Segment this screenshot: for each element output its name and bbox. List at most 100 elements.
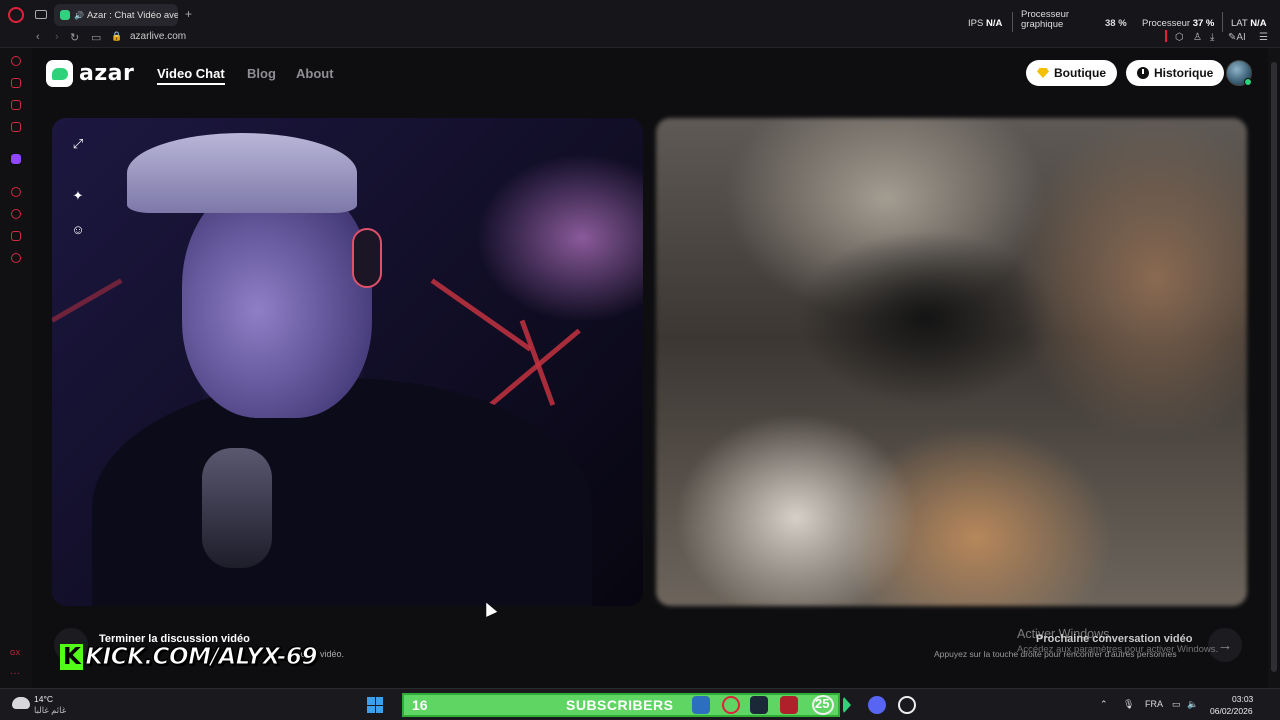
app-icon[interactable] — [780, 696, 798, 714]
volume-icon[interactable]: 🔈 — [1187, 699, 1198, 710]
new-tab-button[interactable]: + — [185, 7, 192, 21]
network-icon[interactable]: ▭ — [1172, 699, 1181, 710]
opera-logo-icon[interactable] — [8, 7, 24, 23]
browser-toolbar: 🔊 Azar : Chat Vidéo avec + ‹ › ↻ ▭ 🔒 aza… — [0, 0, 1280, 48]
ips-label: IPS — [968, 18, 984, 29]
subscribers-bar: 16 SUBSCRIBERS — [402, 693, 840, 717]
history-label: Historique — [1154, 66, 1214, 80]
twitch-icon[interactable] — [11, 154, 21, 164]
subscribers-count: 16 — [412, 697, 428, 713]
lat-stat: LAT N/A — [1231, 19, 1267, 29]
scroll-thumb[interactable] — [1271, 62, 1277, 672]
extensions-icon[interactable]: ⬡ — [1175, 32, 1184, 43]
local-video: ⤢ ✦ ☺ — [52, 118, 643, 606]
expand-icon[interactable]: ⤢ — [70, 136, 86, 152]
steam-icon[interactable] — [750, 696, 768, 714]
taskbar-time[interactable]: 03:03 — [1232, 694, 1253, 704]
shop-label: Boutique — [1054, 66, 1106, 80]
cpu-label: Processeur — [1142, 18, 1191, 29]
badge-number: 25 — [815, 696, 830, 711]
lat-label: LAT — [1231, 18, 1248, 29]
gpu-label-line2: graphique — [1021, 19, 1064, 30]
nav-video-chat[interactable]: Video Chat — [157, 66, 225, 85]
nav-about[interactable]: About — [296, 66, 334, 81]
menu-icon[interactable]: ☰ — [1259, 32, 1268, 43]
history-icon[interactable] — [11, 209, 21, 219]
weather-desc[interactable]: غائم غالبا — [34, 705, 66, 716]
divider — [1012, 12, 1013, 32]
person-cap — [127, 133, 357, 213]
arrow-right-icon: → — [1217, 636, 1233, 654]
profile-icon[interactable]: ♙ — [1193, 32, 1202, 43]
gpu-value: 38 % — [1105, 18, 1127, 29]
news-icon[interactable] — [11, 122, 21, 132]
gem-icon — [1037, 68, 1049, 78]
snapshot-icon[interactable]: ▭ — [91, 31, 101, 44]
windows-start-icon[interactable] — [367, 697, 383, 713]
forward-icon[interactable]: › — [55, 31, 59, 43]
tab-overview-icon[interactable] — [35, 10, 47, 19]
reload-icon[interactable]: ↻ — [70, 31, 79, 44]
history-button[interactable]: Historique — [1126, 60, 1225, 86]
subscribers-label: SUBSCRIBERS — [566, 697, 674, 713]
gx-control-icon[interactable] — [11, 56, 21, 66]
opera-gx-taskbar-icon[interactable] — [722, 696, 740, 714]
cpu-stat: Processeur 37 % — [1142, 19, 1214, 29]
player-icon[interactable] — [11, 187, 21, 197]
person-body — [92, 378, 592, 606]
divider — [1222, 12, 1223, 32]
gx-label: GX — [10, 650, 21, 657]
headset — [352, 228, 382, 288]
lock-icon[interactable]: 🔒 — [111, 31, 122, 42]
more-icon[interactable]: ··· — [10, 668, 20, 679]
cloud-icon[interactable] — [12, 697, 30, 709]
aria-ai-button[interactable]: ✎AI — [1228, 32, 1246, 43]
tab-title: Azar : Chat Vidéo avec — [86, 9, 178, 21]
download-icon[interactable]: ⤓ — [1210, 32, 1214, 43]
kick-overlay: K KICK.COM/ALYX-69 — [60, 644, 318, 671]
browser-tab[interactable]: 🔊 Azar : Chat Vidéo avec — [54, 4, 178, 26]
taskbar-date[interactable]: 06/02/2026 — [1210, 706, 1253, 716]
discord-icon[interactable] — [868, 696, 886, 714]
search-icon[interactable] — [898, 696, 916, 714]
background-decor — [52, 278, 123, 323]
ai-label: AI — [1236, 32, 1246, 43]
language-indicator[interactable]: FRA — [1145, 699, 1163, 709]
person-head — [182, 178, 372, 418]
play-icon[interactable] — [843, 696, 851, 714]
azar-logo[interactable]: azar — [46, 60, 134, 87]
magic-wand-icon[interactable]: ✦ — [70, 188, 86, 204]
microphone-icon[interactable]: 🎙 — [1123, 699, 1134, 710]
azar-page: azar Video Chat Blog About Boutique Hist… — [32, 48, 1268, 688]
chevron-up-icon[interactable]: ⌃ — [1100, 699, 1108, 710]
activate-windows-title: Activer Windows — [1017, 627, 1110, 641]
microphone — [202, 448, 272, 568]
activate-windows-subtitle: Accédez aux paramètres pour activer Wind… — [1017, 644, 1219, 655]
windows-taskbar: 14°C غائم غالبا 16 SUBSCRIBERS 25 ⌃ 🎙 FR… — [0, 688, 1280, 720]
lat-value: N/A — [1250, 18, 1267, 29]
kick-logo-letter: K — [60, 644, 84, 670]
back-icon[interactable]: ‹ — [36, 31, 40, 43]
browser-sidebar: GX ··· — [0, 48, 32, 688]
speaker-icon[interactable]: 🔊 — [74, 11, 84, 20]
ips-stat: IPS N/A — [968, 19, 1002, 29]
divider — [1165, 30, 1167, 42]
settings-icon[interactable] — [11, 253, 21, 263]
weather-temp[interactable]: 14°C — [34, 694, 53, 704]
extensions-sidebar-icon[interactable] — [11, 231, 21, 241]
cpu-value: 37 % — [1192, 18, 1215, 29]
scrollbar[interactable] — [1268, 48, 1280, 688]
face-filter-icon[interactable]: ☺ — [70, 222, 86, 238]
address-bar[interactable]: azarlive.com — [130, 31, 186, 42]
messenger-icon[interactable] — [11, 100, 21, 110]
gx-corner-icon[interactable] — [11, 78, 21, 88]
remote-video — [656, 118, 1247, 606]
azar-logo-text: azar — [79, 61, 135, 86]
shop-button[interactable]: Boutique — [1026, 60, 1117, 86]
ips-value: N/A — [985, 18, 1003, 29]
app-icon[interactable] — [692, 696, 710, 714]
azar-favicon-icon — [60, 10, 70, 20]
nav-blog[interactable]: Blog — [247, 66, 276, 81]
clock-icon — [1137, 67, 1149, 79]
background-decor — [519, 319, 556, 406]
